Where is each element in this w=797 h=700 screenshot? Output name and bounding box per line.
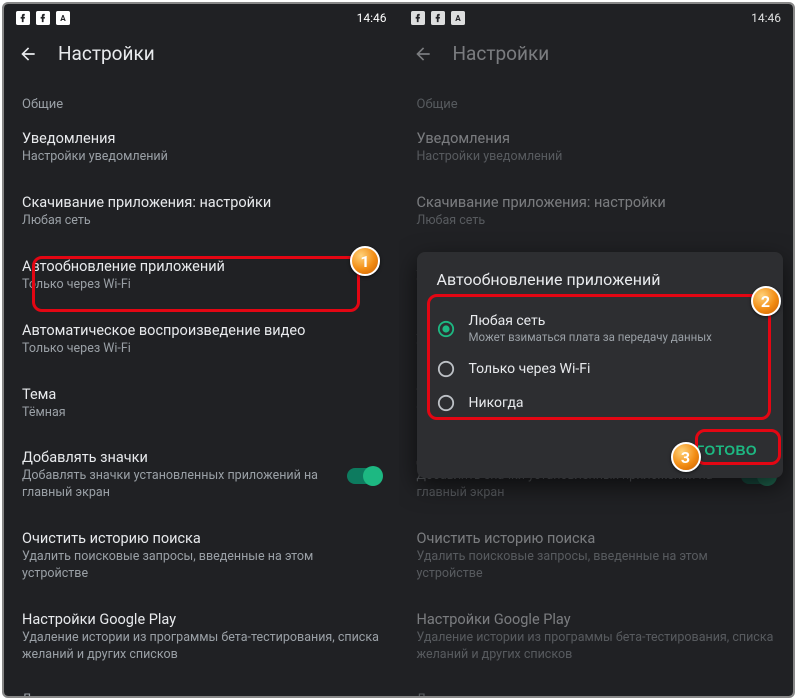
item-theme[interactable]: Тема Тёмная bbox=[4, 372, 399, 436]
back-arrow-icon[interactable] bbox=[413, 44, 433, 64]
header: Настройки bbox=[399, 32, 794, 83]
facebook-icon bbox=[431, 11, 445, 25]
item-download[interactable]: Скачивание приложения: настройки Любая с… bbox=[399, 180, 794, 244]
page-title: Настройки bbox=[453, 42, 550, 65]
item-title: Добавлять значки bbox=[22, 449, 339, 466]
header: Настройки bbox=[4, 32, 399, 83]
item-sub: Любая сеть bbox=[22, 213, 381, 230]
app-icon: A bbox=[56, 11, 70, 25]
status-bar: A 14:46 bbox=[399, 4, 794, 32]
item-sub: Удаление истории из программы бета-тести… bbox=[417, 630, 776, 664]
status-time: 14:46 bbox=[751, 11, 781, 25]
radio-label: Любая сеть bbox=[469, 313, 712, 329]
radio-sub: Может взиматься плата за передачу данных bbox=[469, 330, 712, 344]
screen-settings-right: A 14:46 Настройки Общие Уведомления Наст… bbox=[399, 4, 794, 696]
item-icons[interactable]: Добавлять значки Добавлять значки устано… bbox=[4, 435, 399, 516]
radio-label: Только через Wi-Fi bbox=[469, 361, 591, 377]
section-general: Общие bbox=[4, 83, 399, 116]
item-play-settings[interactable]: Настройки Google Play Удаление истории и… bbox=[4, 597, 399, 678]
section-general: Общие bbox=[399, 83, 794, 116]
item-title: Очистить историю поиска bbox=[417, 530, 776, 547]
facebook-icon bbox=[411, 11, 425, 25]
back-arrow-icon[interactable] bbox=[18, 44, 38, 64]
radio-unchecked-icon bbox=[437, 394, 455, 412]
item-sub: Настройки уведомлений bbox=[417, 149, 776, 166]
dialog-autoupdate: Автообновление приложений Любая сеть Мож… bbox=[417, 252, 784, 478]
toggle-icons[interactable] bbox=[347, 468, 381, 484]
status-time: 14:46 bbox=[357, 11, 387, 25]
item-sub: Тёмная bbox=[22, 405, 381, 422]
item-sub: Добавлять значки установленных приложени… bbox=[22, 468, 339, 502]
item-sub: Удалить поисковые запросы, введенные на … bbox=[22, 549, 381, 583]
radio-wifi-only[interactable]: Только через Wi-Fi bbox=[433, 352, 768, 386]
svg-text:A: A bbox=[455, 13, 461, 23]
item-title: Автоматическое воспроизведение видео bbox=[22, 322, 381, 339]
radio-checked-icon bbox=[437, 320, 455, 338]
radio-any-network[interactable]: Любая сеть Может взиматься плата за пере… bbox=[433, 305, 768, 352]
item-title: Скачивание приложения: настройки bbox=[417, 194, 776, 211]
item-title: Уведомления bbox=[417, 130, 776, 147]
item-download[interactable]: Скачивание приложения: настройки Любая с… bbox=[4, 180, 399, 244]
svg-text:A: A bbox=[60, 13, 66, 23]
item-notifications[interactable]: Уведомления Настройки уведомлений bbox=[399, 116, 794, 180]
item-sub: Настройки уведомлений bbox=[22, 149, 381, 166]
app-icon: A bbox=[451, 11, 465, 25]
item-title: Скачивание приложения: настройки bbox=[22, 194, 381, 211]
done-button[interactable]: ГОТОВО bbox=[686, 434, 767, 466]
item-sub: Удаление истории из программы бета-тести… bbox=[22, 630, 381, 664]
item-sub: Только через Wi-Fi bbox=[22, 277, 381, 294]
item-clear-history[interactable]: Очистить историю поиска Удалить поисковы… bbox=[399, 516, 794, 597]
status-bar: A 14:46 bbox=[4, 4, 399, 32]
radio-never[interactable]: Никогда bbox=[433, 386, 768, 420]
radio-unchecked-icon bbox=[437, 360, 455, 378]
page-title: Настройки bbox=[58, 42, 155, 65]
item-notifications[interactable]: Уведомления Настройки уведомлений bbox=[4, 116, 399, 180]
item-title: Уведомления bbox=[22, 130, 381, 147]
item-autoplay[interactable]: Автоматическое воспроизведение видео Тол… bbox=[4, 308, 399, 372]
item-sub: Любая сеть bbox=[417, 213, 776, 230]
facebook-icon bbox=[36, 11, 50, 25]
item-sub: Только через Wi-Fi bbox=[22, 341, 381, 358]
item-play-settings[interactable]: Настройки Google Play Удаление истории и… bbox=[399, 597, 794, 678]
item-autoupdate[interactable]: Автообновление приложений Только через W… bbox=[4, 244, 399, 308]
item-title: Настройки Google Play bbox=[417, 611, 776, 628]
item-title: Очистить историю поиска bbox=[22, 530, 381, 547]
item-clear-history[interactable]: Очистить историю поиска Удалить поисковы… bbox=[4, 516, 399, 597]
section-personal: Личные bbox=[399, 678, 794, 696]
item-title: Автообновление приложений bbox=[22, 258, 381, 275]
item-title: Тема bbox=[22, 386, 381, 403]
facebook-icon bbox=[16, 11, 30, 25]
item-sub: Удалить поисковые запросы, введенные на … bbox=[417, 549, 776, 583]
dialog-title: Автообновление приложений bbox=[433, 270, 768, 289]
radio-label: Никогда bbox=[469, 395, 524, 411]
section-personal: Личные bbox=[4, 678, 399, 696]
item-title: Настройки Google Play bbox=[22, 611, 381, 628]
screen-settings-left: A 14:46 Настройки Общие Уведомления Наст… bbox=[4, 4, 399, 696]
